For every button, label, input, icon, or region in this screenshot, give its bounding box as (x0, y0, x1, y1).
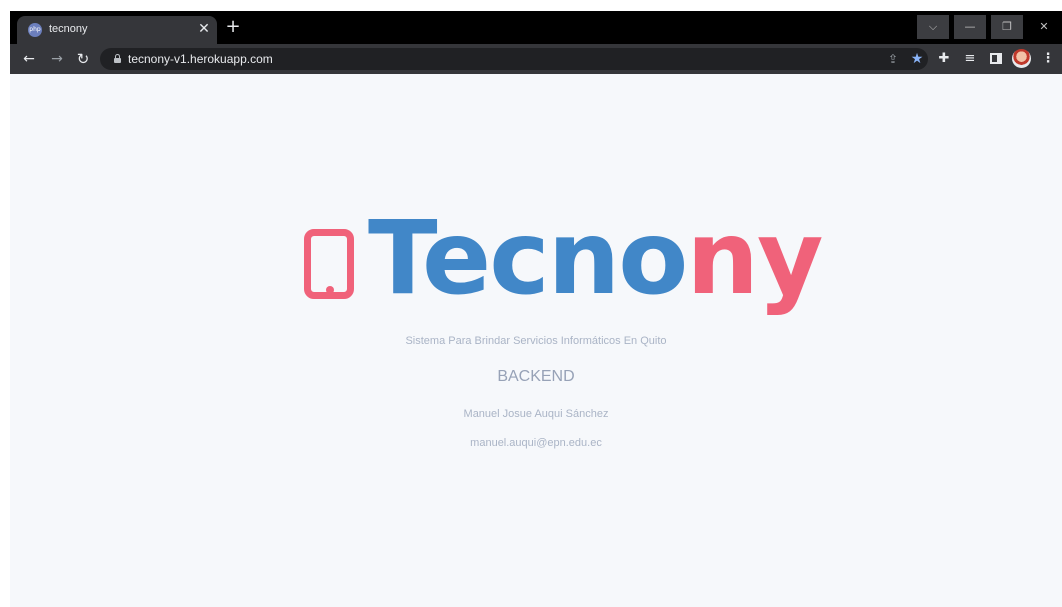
minimize-icon[interactable]: — (954, 15, 986, 39)
page-viewport: Tecnony Sistema Para Brindar Servicios I… (10, 74, 1062, 607)
php-favicon-icon: php (28, 23, 42, 37)
page-subtitle: Sistema Para Brindar Servicios Informáti… (405, 335, 667, 347)
arrow-left-icon[interactable]: ← (19, 49, 39, 69)
tecnony-logo: Tecnony (302, 199, 823, 318)
queue-icon[interactable]: ≡ (960, 49, 980, 69)
section-title: BACKEND (497, 368, 575, 385)
address-bar[interactable]: tecnony-v1.herokuapp.com ⇪ ★ (100, 48, 928, 70)
author-email: manuel.auqui@epn.edu.ec (470, 437, 602, 449)
plus-icon[interactable]: + (224, 18, 242, 36)
browser-toolbar: ← → ↻ tecnony-v1.herokuapp.com ⇪ ★ ✚ ≡ ⋮ (10, 44, 1062, 74)
smartphone-button (326, 286, 334, 294)
star-icon[interactable]: ★ (908, 50, 926, 68)
logo-text-pink: ny (686, 199, 823, 318)
logo-text-blue: Tecno (368, 199, 688, 318)
share-icon[interactable]: ⇪ (884, 50, 902, 68)
lock-icon[interactable] (114, 54, 121, 63)
browser-window: php tecnony ✕ + ⌵ — ❐ ✕ ← → ↻ tecnony-v1… (10, 11, 1062, 607)
chevron-down-icon[interactable]: ⌵ (917, 15, 949, 39)
avatar[interactable] (1012, 49, 1031, 68)
author-name: Manuel Josue Auqui Sánchez (463, 408, 609, 420)
restore-icon[interactable]: ❐ (991, 15, 1023, 39)
kebab-menu-icon[interactable]: ⋮ (1038, 49, 1058, 69)
tab-strip: php tecnony ✕ + ⌵ — ❐ ✕ (10, 11, 1062, 44)
arrow-right-icon[interactable]: → (47, 49, 67, 69)
puzzle-icon[interactable]: ✚ (934, 49, 954, 69)
tab-title: tecnony (49, 23, 88, 35)
window-close-icon[interactable]: ✕ (1028, 15, 1060, 39)
side-panel-icon[interactable] (986, 49, 1006, 69)
logo-wordmark: Tecnony (368, 194, 823, 324)
reload-icon[interactable]: ↻ (73, 49, 93, 69)
url-text[interactable]: tecnony-v1.herokuapp.com (128, 52, 273, 66)
close-icon[interactable]: ✕ (196, 21, 212, 37)
tab-tecnony[interactable]: php tecnony ✕ (17, 16, 217, 44)
